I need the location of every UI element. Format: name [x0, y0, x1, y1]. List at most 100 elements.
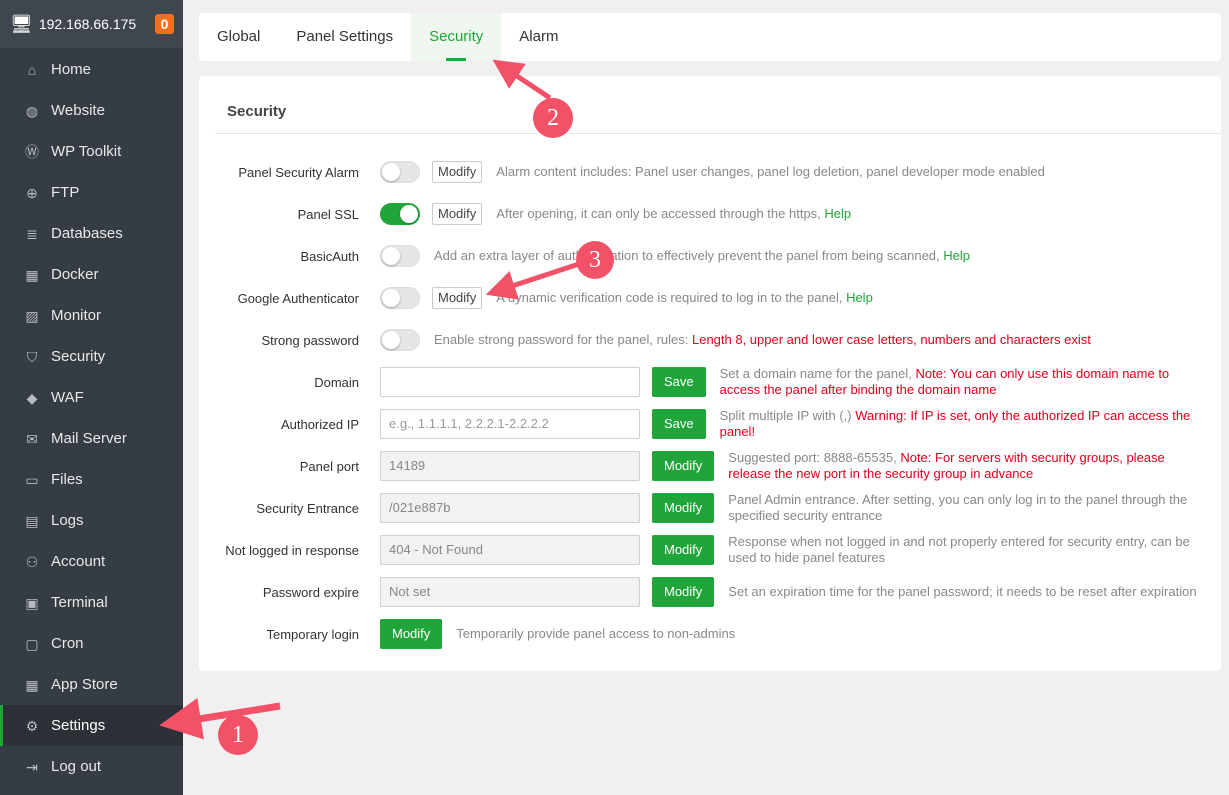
toggle-switch[interactable]: [380, 287, 420, 309]
sidebar-item-cron[interactable]: ▢ Cron: [0, 623, 183, 664]
setting-description: Panel Admin entrance. After setting, you…: [728, 492, 1221, 524]
sidebar-item-docker[interactable]: ▦ Docker: [0, 254, 183, 295]
docker-icon: ▦: [25, 266, 39, 283]
sidebar-item-app-store[interactable]: ▦ App Store: [0, 664, 183, 705]
domain-row: Domain Save Set a domain name for the pa…: [199, 361, 1221, 403]
sidebar-item-account[interactable]: ⚇ Account: [0, 541, 183, 582]
waf-shield-icon: ◆: [26, 389, 38, 406]
panel-port-input[interactable]: 14189: [380, 451, 640, 481]
ftp-icon: ⊕: [26, 184, 38, 201]
sidebar-item-label: Monitor: [51, 307, 102, 324]
help-link[interactable]: Help: [846, 290, 873, 305]
sidebar-item-waf[interactable]: ◆ WAF: [0, 377, 183, 418]
toggle-switch[interactable]: [380, 329, 420, 351]
sidebar-item-label: FTP: [51, 184, 80, 201]
sidebar-item-label: Settings: [51, 717, 106, 734]
setting-label: Temporary login: [266, 626, 360, 642]
authorized-ip-input[interactable]: e.g., 1.1.1.1, 2.2.2.1-2.2.2.2: [380, 409, 640, 439]
setting-description: Set an expiration time for the panel pas…: [728, 584, 1221, 600]
description-text: Set a domain name for the panel,: [719, 366, 916, 381]
modify-button[interactable]: Modify: [432, 203, 483, 225]
panel-security-alarm-row: Panel Security Alarm Modify Alarm conten…: [199, 151, 1221, 193]
strong-password-row: Strong password Enable strong password f…: [199, 319, 1221, 361]
not-logged-in-response-input[interactable]: 404 - Not Found: [380, 535, 640, 565]
sidebar-item-monitor[interactable]: ▨ Monitor: [0, 295, 183, 336]
toggle-switch[interactable]: [380, 245, 420, 267]
help-link[interactable]: Help: [824, 206, 851, 221]
tab-panel-settings[interactable]: Panel Settings: [278, 13, 411, 61]
password-expire-input[interactable]: Not set: [380, 577, 640, 607]
description-text: Response when not logged in and not prop…: [728, 534, 1190, 565]
shield-icon: ⛉: [26, 348, 38, 365]
warning-text: Length 8, upper and lower case letters, …: [691, 332, 1091, 347]
save-button[interactable]: Save: [652, 409, 706, 439]
tab-global[interactable]: Global: [199, 13, 278, 61]
sidebar-item-databases[interactable]: ≣ Databases: [0, 213, 183, 254]
sidebar-item-security[interactable]: ⛉ Security: [0, 336, 183, 377]
sidebar-item-home[interactable]: ⌂ Home: [0, 49, 183, 90]
setting-description: A dynamic verification code is required …: [496, 290, 1221, 306]
tab-alarm[interactable]: Alarm: [501, 13, 576, 61]
sidebar-item-label: Account: [51, 553, 106, 570]
sidebar-item-files[interactable]: ▭ Files: [0, 459, 183, 500]
password-expire-row: Password expire Not set Modify Set an ex…: [199, 571, 1221, 613]
security-entrance-input[interactable]: /021e887b: [380, 493, 640, 523]
sidebar-item-mail-server[interactable]: ✉ Mail Server: [0, 418, 183, 459]
description-text: Split multiple IP with (,): [719, 408, 856, 423]
description-text: Alarm content includes: Panel user chang…: [496, 164, 1045, 179]
sidebar-item-ftp[interactable]: ⊕ FTP: [0, 172, 183, 213]
sidebar: 🖥 192.168.66.175 0 ⌂ Home ◍ Website Ⓦ WP To…: [0, 0, 183, 795]
temporary-login-modify-button[interactable]: Modify: [380, 619, 443, 649]
setting-description: Set a domain name for the panel, Note: Y…: [720, 366, 1221, 398]
description-text: Set an expiration time for the panel pas…: [728, 584, 1197, 599]
setting-description: Split multiple IP with (,) Warning: If I…: [720, 408, 1221, 440]
setting-label: Authorized IP: [280, 416, 359, 432]
tab-security[interactable]: Security: [411, 13, 502, 61]
sidebar-item-website[interactable]: ◍ Website: [0, 90, 183, 131]
basicauth-row: BasicAuth Add an extra layer of authenti…: [199, 235, 1221, 277]
database-icon: ≣: [26, 225, 38, 242]
server-ip: 192.168.66.175: [38, 16, 137, 32]
annotation-3: 3: [576, 241, 614, 279]
modify-button[interactable]: Modify: [432, 161, 483, 183]
setting-label: Password expire: [262, 584, 359, 600]
sidebar-item-label: Files: [51, 471, 83, 488]
sidebar-item-label: Cron: [51, 635, 84, 652]
domain-input[interactable]: [380, 367, 640, 397]
sidebar-item-log-out[interactable]: ⇥ Log out: [0, 746, 183, 787]
description-text: Enable strong password for the panel, ru…: [434, 332, 692, 347]
sidebar-item-label: Log out: [51, 758, 102, 775]
notification-badge[interactable]: 0: [155, 14, 174, 34]
sidebar-item-terminal[interactable]: ▣ Terminal: [0, 582, 183, 623]
google-authenticator-row: Google Authenticator Modify A dynamic ve…: [199, 277, 1221, 319]
help-link[interactable]: Help: [943, 248, 970, 263]
setting-description: Suggested port: 8888-65535, Note: For se…: [728, 450, 1221, 482]
wordpress-icon: Ⓦ: [25, 143, 39, 160]
toggle-switch[interactable]: [380, 203, 420, 225]
setting-description: Enable strong password for the panel, ru…: [434, 332, 1221, 348]
setting-label: Google Authenticator: [237, 290, 359, 306]
setting-label: Panel Security Alarm: [238, 164, 359, 180]
modify-button[interactable]: Modify: [652, 535, 715, 565]
security-entrance-row: Security Entrance /021e887b Modify Panel…: [199, 487, 1221, 529]
setting-description: Response when not logged in and not prop…: [728, 534, 1221, 566]
modify-button[interactable]: Modify: [652, 577, 715, 607]
user-icon: ⚇: [25, 553, 39, 570]
setting-label: Not logged in response: [225, 542, 359, 558]
modify-button[interactable]: Modify: [652, 493, 715, 523]
sidebar-item-label: Docker: [51, 266, 99, 283]
modify-button[interactable]: Modify: [432, 287, 483, 309]
modify-button[interactable]: Modify: [652, 451, 715, 481]
authorized-ip-row: Authorized IP e.g., 1.1.1.1, 2.2.2.1-2.2…: [199, 403, 1221, 445]
cron-icon: ▢: [25, 635, 39, 652]
save-button[interactable]: Save: [652, 367, 706, 397]
sidebar-item-label: Security: [51, 348, 106, 365]
monitor-icon: 🖥: [10, 13, 33, 34]
sidebar-item-wp-toolkit[interactable]: Ⓦ WP Toolkit: [0, 131, 183, 172]
sidebar-item-logs[interactable]: ▤ Logs: [0, 500, 183, 541]
panel-port-row: Panel port 14189 Modify Suggested port: …: [199, 445, 1221, 487]
setting-label: Panel SSL: [297, 206, 359, 222]
toggle-switch[interactable]: [380, 161, 420, 183]
sidebar-item-settings[interactable]: ⚙ Settings: [0, 705, 183, 746]
sidebar-item-label: Terminal: [51, 594, 108, 611]
